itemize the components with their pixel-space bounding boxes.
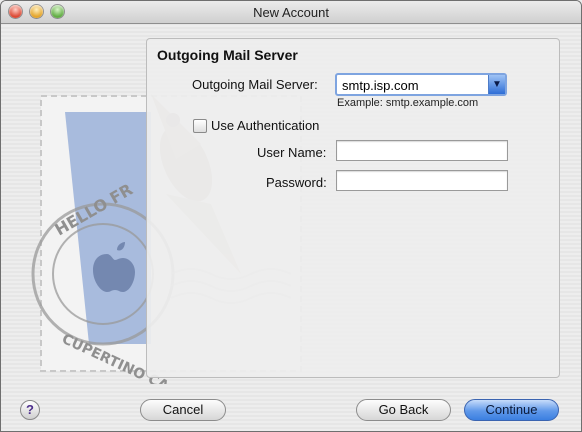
cancel-button[interactable]: Cancel — [140, 399, 226, 421]
outgoing-server-label: Outgoing Mail Server: — [192, 77, 318, 92]
use-authentication-label[interactable]: Use Authentication — [211, 118, 319, 133]
help-button[interactable]: ? — [20, 400, 40, 420]
window-title: New Account — [253, 5, 329, 20]
user-name-label: User Name: — [257, 145, 327, 160]
password-field[interactable] — [336, 170, 508, 191]
password-label: Password: — [266, 175, 327, 190]
outgoing-server-hint: Example: smtp.example.com — [337, 97, 479, 109]
outgoing-server-combobox[interactable]: smtp.isp.com ▼ — [335, 73, 507, 96]
go-back-button[interactable]: Go Back — [356, 399, 451, 421]
outgoing-server-value[interactable]: smtp.isp.com — [342, 78, 419, 93]
title-bar: New Account — [1, 1, 581, 24]
section-title: Outgoing Mail Server — [157, 47, 298, 63]
chevron-down-icon[interactable]: ▼ — [488, 75, 505, 94]
new-account-window: HELLO FR CUPERTINO CA New Account Outgoi… — [0, 0, 582, 432]
use-authentication-checkbox[interactable] — [193, 119, 207, 133]
user-name-field[interactable] — [336, 140, 508, 161]
continue-button[interactable]: Continue — [464, 399, 559, 421]
